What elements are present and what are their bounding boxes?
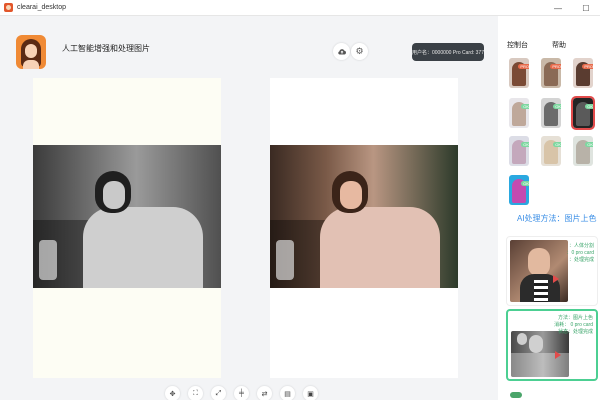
- template-badge: OK: [521, 181, 529, 186]
- result-thumbnail: [510, 240, 568, 302]
- minimize-button[interactable]: —: [544, 0, 572, 16]
- method-title: AI处理方法：图片上色: [517, 214, 597, 223]
- document-icon: ▤: [284, 390, 291, 398]
- app-title: 人工智能增强和处理图片: [62, 44, 150, 53]
- template-thumbnail[interactable]: PRO: [541, 58, 561, 88]
- card-method: 方法：图片上色: [557, 315, 593, 321]
- move-icon: ✥: [169, 390, 176, 398]
- fit-screen-button[interactable]: ⤢: [211, 386, 226, 400]
- sidebar-tabs: 控制台 帮助: [498, 40, 600, 52]
- template-thumbnail[interactable]: OK: [509, 175, 529, 205]
- template-badge: OK: [553, 104, 561, 109]
- tab-console[interactable]: 控制台: [507, 40, 528, 50]
- play-icon[interactable]: [553, 275, 559, 283]
- template-badge: OK: [521, 104, 529, 109]
- template-thumbnail[interactable]: PRO: [573, 58, 593, 88]
- processed-image-canvas[interactable]: [270, 78, 458, 378]
- template-badge: PRO: [582, 64, 593, 69]
- tab-help[interactable]: 帮助: [552, 40, 566, 50]
- template-badge: PRO: [518, 64, 529, 69]
- card-cost: ：0 pro card: [566, 250, 594, 256]
- settings-button[interactable]: ⚙: [351, 43, 368, 60]
- swap-icon: ⇄: [261, 390, 268, 398]
- align-center-icon: ╪: [239, 390, 244, 397]
- processed-photo: [270, 145, 458, 288]
- cloud-upload-button[interactable]: [333, 43, 350, 60]
- fit-screen-icon: ⤢: [215, 389, 222, 397]
- play-icon[interactable]: [555, 351, 561, 359]
- align-center-button[interactable]: ╪: [234, 386, 249, 400]
- template-thumbnail[interactable]: OK: [541, 98, 561, 128]
- template-thumbnail[interactable]: OK: [571, 96, 595, 130]
- window-controls: — ☐: [544, 0, 600, 16]
- leaf-icon: [510, 392, 522, 398]
- card-status: ：处理完成: [568, 257, 594, 263]
- crop-button[interactable]: ⛶: [188, 386, 203, 400]
- image-button[interactable]: ▣: [303, 386, 318, 400]
- template-thumbnail[interactable]: OK: [509, 136, 529, 166]
- gear-icon: ⚙: [355, 46, 364, 56]
- bottom-toolbar: ✥ ⛶ ⤢ ╪ ⇄ ▤ ▣: [165, 386, 326, 400]
- move-button[interactable]: ✥: [165, 386, 180, 400]
- card-info: ：人体分割 ：0 pro card ：处理完成: [566, 243, 594, 264]
- template-thumbnail[interactable]: PRO: [509, 58, 529, 88]
- template-badge: OK: [585, 104, 593, 109]
- title-bar: clearai_desktop — ☐: [0, 0, 600, 16]
- image-icon: ▣: [307, 390, 314, 398]
- template-badge: OK: [585, 142, 593, 147]
- template-thumbnail[interactable]: OK: [573, 136, 593, 166]
- original-photo: [33, 145, 221, 288]
- crop-icon: ⛶: [193, 389, 198, 397]
- result-card-selected[interactable]: 方法：图片上色 消耗： 0 pro card 状态：处理完成: [506, 309, 598, 381]
- user-badge: 用户名：0000000 Pro Card: 377: [412, 43, 484, 61]
- template-badge: OK: [553, 142, 561, 147]
- card-status: 状态：处理完成: [557, 329, 593, 335]
- original-image-canvas[interactable]: [33, 78, 221, 378]
- template-badge: OK: [521, 142, 529, 147]
- template-thumbnail[interactable]: OK: [541, 136, 561, 166]
- app-avatar: [16, 35, 46, 69]
- card-cost: 消耗： 0 pro card: [554, 322, 593, 328]
- cloud-upload-icon: [337, 48, 346, 54]
- maximize-button[interactable]: ☐: [572, 0, 600, 16]
- template-badge: PRO: [550, 64, 561, 69]
- card-method: ：人体分割: [568, 243, 594, 249]
- window-title: clearai_desktop: [17, 4, 67, 11]
- card-info: 方法：图片上色 消耗： 0 pro card 状态：处理完成: [554, 315, 593, 336]
- app-logo-icon: [4, 3, 13, 12]
- template-thumbnail[interactable]: OK: [509, 98, 529, 128]
- swap-button[interactable]: ⇄: [257, 386, 272, 400]
- document-button[interactable]: ▤: [280, 386, 295, 400]
- result-card[interactable]: ：人体分割 ：0 pro card ：处理完成: [506, 236, 598, 306]
